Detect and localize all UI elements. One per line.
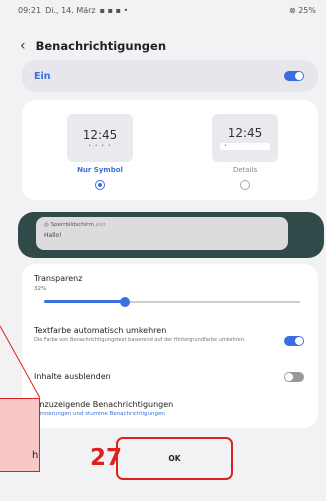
ok-button-label: OK xyxy=(168,454,181,463)
annotation-callout-text: h xyxy=(32,450,39,461)
annotation-pointer-line xyxy=(0,325,41,399)
ok-button[interactable]: OK xyxy=(116,437,233,480)
